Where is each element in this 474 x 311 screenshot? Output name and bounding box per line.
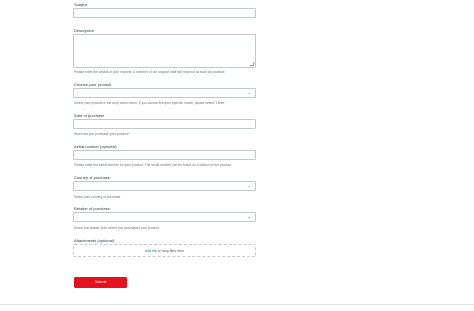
product-hint: Select your product in the drop down men… [74,101,227,105]
support-request-form: Subject Description Please enter the det… [0,0,474,311]
description-label: Description [74,28,95,33]
drop-files-text: or drop files here [156,249,184,253]
retailer-select-value: - [77,215,79,219]
product-select[interactable]: - ⌄ [73,88,256,98]
description-hint: Please enter the details of your request… [74,69,226,74]
description-textarea[interactable] [73,34,256,68]
attachments-label: Attachments (optional) [74,238,115,243]
chevron-down-icon: ⌄ [247,182,251,188]
retailer-select[interactable]: - ⌄ [73,212,256,222]
submit-button[interactable]: Submit [74,277,127,288]
resize-handle-icon[interactable] [249,62,255,66]
purchase-date-label: Date of purchase [74,113,105,118]
retailer-hint: Select the retailer from where you purch… [74,225,159,230]
chevron-down-icon: ⌄ [247,89,251,95]
retailer-label: Retailer of purchase [74,206,110,211]
serial-label: Serial number (optional) [74,144,117,149]
serial-input[interactable] [73,150,256,160]
country-select-value: - [77,184,79,188]
purchase-date-input[interactable] [73,119,256,129]
product-label: Choose your product [74,82,112,87]
country-select[interactable]: - ⌄ [73,181,256,191]
chevron-down-icon: ⌄ [247,213,251,219]
subject-label: Subject [74,2,88,7]
attachments-dropzone[interactable]: Add file or drop files here [73,244,256,257]
country-label: Country of purchase [74,175,111,180]
serial-hint: Please enter the serial number for your … [74,163,232,167]
subject-input[interactable] [73,8,256,18]
footer-divider [0,304,474,305]
product-select-value: - [77,91,79,95]
country-hint: Select your country of purchase [74,194,121,199]
add-file-link[interactable]: Add file [145,249,157,253]
purchase-date-hint: When did you purchase your product? [74,132,130,136]
